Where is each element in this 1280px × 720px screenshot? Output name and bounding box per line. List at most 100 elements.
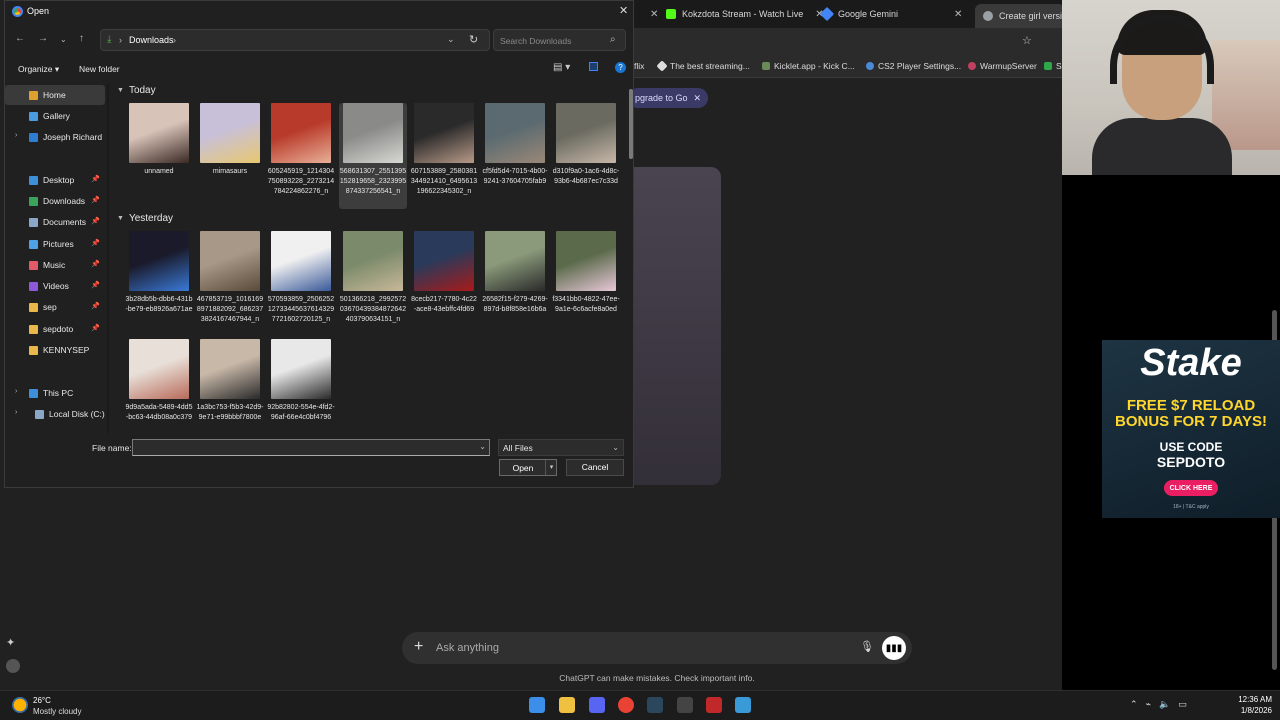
avatar[interactable]	[6, 659, 20, 673]
chevron-up-icon[interactable]: ⌃	[1130, 699, 1146, 709]
file-item[interactable]: 605245919_1214304750893228_2273214784224…	[267, 103, 335, 209]
file-item[interactable]: 467853719_10161698971882092_686237382416…	[196, 231, 264, 337]
battery-icon[interactable]: ▭	[1178, 699, 1195, 709]
nav-item-local-disk-c-[interactable]: › Local Disk (C:)	[5, 404, 105, 424]
collapse-icon[interactable]: ▼	[117, 215, 124, 222]
search-input[interactable]: Search Downloads ⌕	[493, 29, 626, 51]
discord-icon[interactable]	[589, 697, 605, 713]
nav-item-kennysep[interactable]: KENNYSEP	[5, 340, 105, 360]
pin-icon[interactable]: 📌	[91, 217, 100, 225]
pin-icon[interactable]: 📌	[91, 281, 100, 289]
bookmark-kicklet[interactable]: Kicklet.app - Kick C...	[762, 61, 855, 71]
file-item[interactable]: d310f9a0-1ac6-4d8c-93b6-4b687ec7c33d	[552, 103, 620, 209]
mic-icon[interactable]: 🎙	[860, 640, 874, 653]
chevron-right-icon[interactable]: ›	[173, 35, 176, 45]
volume-icon[interactable]: 🔈	[1159, 699, 1178, 709]
back-icon[interactable]: ←	[15, 33, 25, 44]
file-item[interactable]: 607153889_2580381344921410_6495613196622…	[410, 103, 478, 209]
tab-gemini[interactable]: Google Gemini ✕	[819, 6, 962, 22]
nav-item-documents[interactable]: Documents 📌	[5, 212, 105, 232]
breadcrumb-downloads[interactable]: Downloads	[129, 35, 174, 45]
clock[interactable]: 12:36 AM 1/8/2026	[1232, 694, 1272, 716]
organize-button[interactable]: Organize ▾	[18, 64, 59, 75]
pin-icon[interactable]: 📌	[91, 302, 100, 310]
file-item[interactable]: 568631307_2551395152819658_2323995874337…	[339, 103, 407, 209]
file-item[interactable]: 26582f15-f279-4269-897d-b8f858e16b6a	[481, 231, 549, 337]
pin-icon[interactable]: 📌	[91, 175, 100, 183]
file-item[interactable]: 9d9a5ada-5489-4dd5-bc63-44db08a0c379	[125, 339, 193, 433]
file-item[interactable]: 8cecb217-7780-4c22-ace8-43ebffc4fd69	[410, 231, 478, 337]
nav-item-videos[interactable]: Videos 📌	[5, 276, 105, 296]
file-item[interactable]: 501366218_299257203670439384872642403790…	[339, 231, 407, 337]
address-bar[interactable]: ⤓ › Downloads › ⌄ ↻	[100, 29, 490, 51]
help-icon[interactable]: ?	[615, 62, 626, 73]
star-icon[interactable]: ☆	[1022, 34, 1032, 47]
pin-icon[interactable]: 📌	[91, 196, 100, 204]
chevron-right-icon[interactable]: ›	[15, 409, 17, 416]
group-header-yesterday[interactable]: ▼ Yesterday	[117, 213, 173, 224]
file-item[interactable]: 92b82802-554e-4fd2-96af-66e4c0bf4796	[267, 339, 335, 433]
view-options-icon[interactable]: ▤ ▾	[553, 62, 570, 73]
chevron-down-icon[interactable]: ⌄	[447, 34, 455, 45]
forward-icon[interactable]: →	[38, 33, 48, 44]
upgrade-button[interactable]: pgrade to Go ✕	[628, 88, 708, 108]
bookmark-streaming[interactable]: The best streaming...	[656, 60, 750, 72]
preview-pane-icon[interactable]	[589, 62, 598, 71]
chevron-right-icon[interactable]: ›	[15, 388, 17, 395]
pane-divider[interactable]	[107, 83, 109, 433]
nav-item-pictures[interactable]: Pictures 📌	[5, 234, 105, 254]
nav-item-this-pc[interactable]: › This PC	[5, 383, 105, 403]
sparkle-icon[interactable]: ✦	[6, 636, 22, 649]
nav-item-home[interactable]: Home	[5, 85, 105, 105]
close-icon[interactable]: ✕	[650, 9, 658, 20]
collapse-icon[interactable]: ▼	[117, 87, 124, 94]
nav-item-sep[interactable]: sep 📌	[5, 297, 105, 317]
file-item[interactable]: 1a3bc753-f5b3-42d9-9e71-e99bbbf7800e	[196, 339, 264, 433]
bookmark-cs2[interactable]: CS2 Player Settings...	[866, 61, 961, 71]
chevron-right-icon[interactable]: ›	[15, 132, 17, 139]
chrome-icon[interactable]	[618, 697, 634, 713]
refresh-icon[interactable]: ↻	[469, 33, 478, 46]
pin-icon[interactable]: 📌	[91, 260, 100, 268]
group-header-today[interactable]: ▼ Today	[117, 85, 156, 96]
file-item[interactable]: f3341bb0-4822-47ee-9a1e-6c6acfe8a0ed	[552, 231, 620, 337]
bookmark-flix[interactable]: flix	[634, 61, 644, 71]
chevron-down-icon[interactable]: ▾	[545, 460, 557, 475]
ad-click-button[interactable]: CLICK HERE	[1164, 480, 1218, 496]
network-icon[interactable]: ⌁	[1146, 699, 1159, 709]
file-explorer-icon[interactable]	[559, 697, 575, 713]
close-icon[interactable]: ✕	[954, 9, 962, 20]
app-red-icon[interactable]	[706, 697, 722, 713]
voice-mode-icon[interactable]: ▮▮▮	[882, 636, 906, 660]
up-icon[interactable]: ↑	[79, 33, 84, 44]
tab-partial[interactable]: ✕	[644, 6, 658, 22]
pin-icon[interactable]: 📌	[91, 324, 100, 332]
bookmark-warmup[interactable]: WarmupServer	[968, 61, 1037, 71]
chevron-down-icon[interactable]: ⌄	[60, 35, 67, 44]
file-type-select[interactable]: All Files ⌄	[498, 439, 624, 456]
notepad-icon[interactable]	[735, 697, 751, 713]
nav-item-gallery[interactable]: Gallery	[5, 106, 105, 126]
plus-icon[interactable]: +	[414, 638, 423, 656]
file-item[interactable]: 570593859_250625212733445637614329772160…	[267, 231, 335, 337]
cancel-button[interactable]: Cancel	[566, 459, 624, 476]
nav-item-joseph-richard[interactable]: › Joseph Richard	[5, 127, 105, 147]
chat-input[interactable]: + Ask anything 🎙 ▮▮▮	[402, 632, 912, 664]
tab-chatgpt[interactable]: Create girl version	[975, 4, 1072, 28]
close-icon[interactable]: ✕	[619, 4, 628, 17]
nav-item-desktop[interactable]: Desktop 📌	[5, 170, 105, 190]
file-item[interactable]: mimasaurs	[196, 103, 264, 209]
file-item[interactable]: 3b28db5b-dbb6-431b-be79-eb8926a671ae	[125, 231, 193, 337]
bookmark-s[interactable]: S	[1044, 61, 1062, 71]
pin-icon[interactable]: 📌	[91, 239, 100, 247]
steam-icon[interactable]	[647, 697, 663, 713]
windows-start-icon[interactable]	[529, 697, 545, 713]
nav-item-downloads[interactable]: Downloads 📌	[5, 191, 105, 211]
file-name-input[interactable]: ⌄	[132, 439, 490, 456]
nav-item-music[interactable]: Music 📌	[5, 255, 105, 275]
new-folder-button[interactable]: New folder	[79, 64, 120, 74]
file-item[interactable]: cf5fd5d4-7015-4b00-9241-37604705fab9	[481, 103, 549, 209]
file-item[interactable]: unnamed	[125, 103, 193, 209]
file-list-scrollbar[interactable]	[629, 89, 633, 159]
open-button[interactable]: Open ▾	[499, 459, 557, 476]
